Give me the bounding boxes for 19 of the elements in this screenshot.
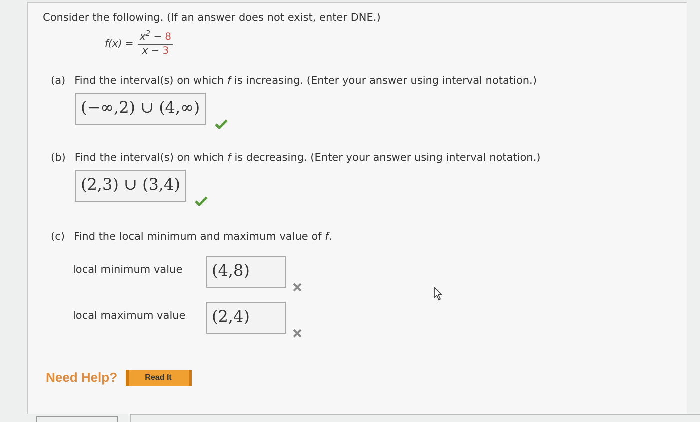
answer-field[interactable]: (2,4) [206, 302, 286, 334]
read-it-button[interactable]: Read It [126, 370, 192, 386]
part-label: (c) [51, 230, 65, 244]
answer-label: local minimum value [73, 263, 184, 278]
question-text: Find the interval(s) on which f is increasing. (Enter your answer using interval notation.) [74, 74, 537, 88]
intro-text: Consider the following. (If an answer does not exist, enter DNE.) [43, 11, 382, 25]
part-label: (b) [51, 151, 66, 165]
function-label: f(x) = [105, 38, 134, 52]
answer-field[interactable]: (2,3) ∪ (3,4) [75, 170, 186, 202]
answer-field[interactable]: (−∞,2) ∪ (4,∞) [75, 93, 206, 125]
answer-field[interactable]: (4,8) [206, 256, 286, 288]
part-label: (a) [51, 74, 66, 88]
denominator: x − 3 [141, 45, 170, 58]
cursor-icon [434, 287, 443, 301]
answer-label: local maximum value [73, 309, 187, 324]
question-text: Find the local minimum and maximum value of f. [74, 230, 332, 244]
numerator: x$^{2}$ − 8 [138, 31, 172, 44]
help-label: Need Help? [46, 369, 118, 387]
question-text: Find the interval(s) on which f is decreasing. (Enter your answer using interval notation.) [74, 151, 541, 165]
